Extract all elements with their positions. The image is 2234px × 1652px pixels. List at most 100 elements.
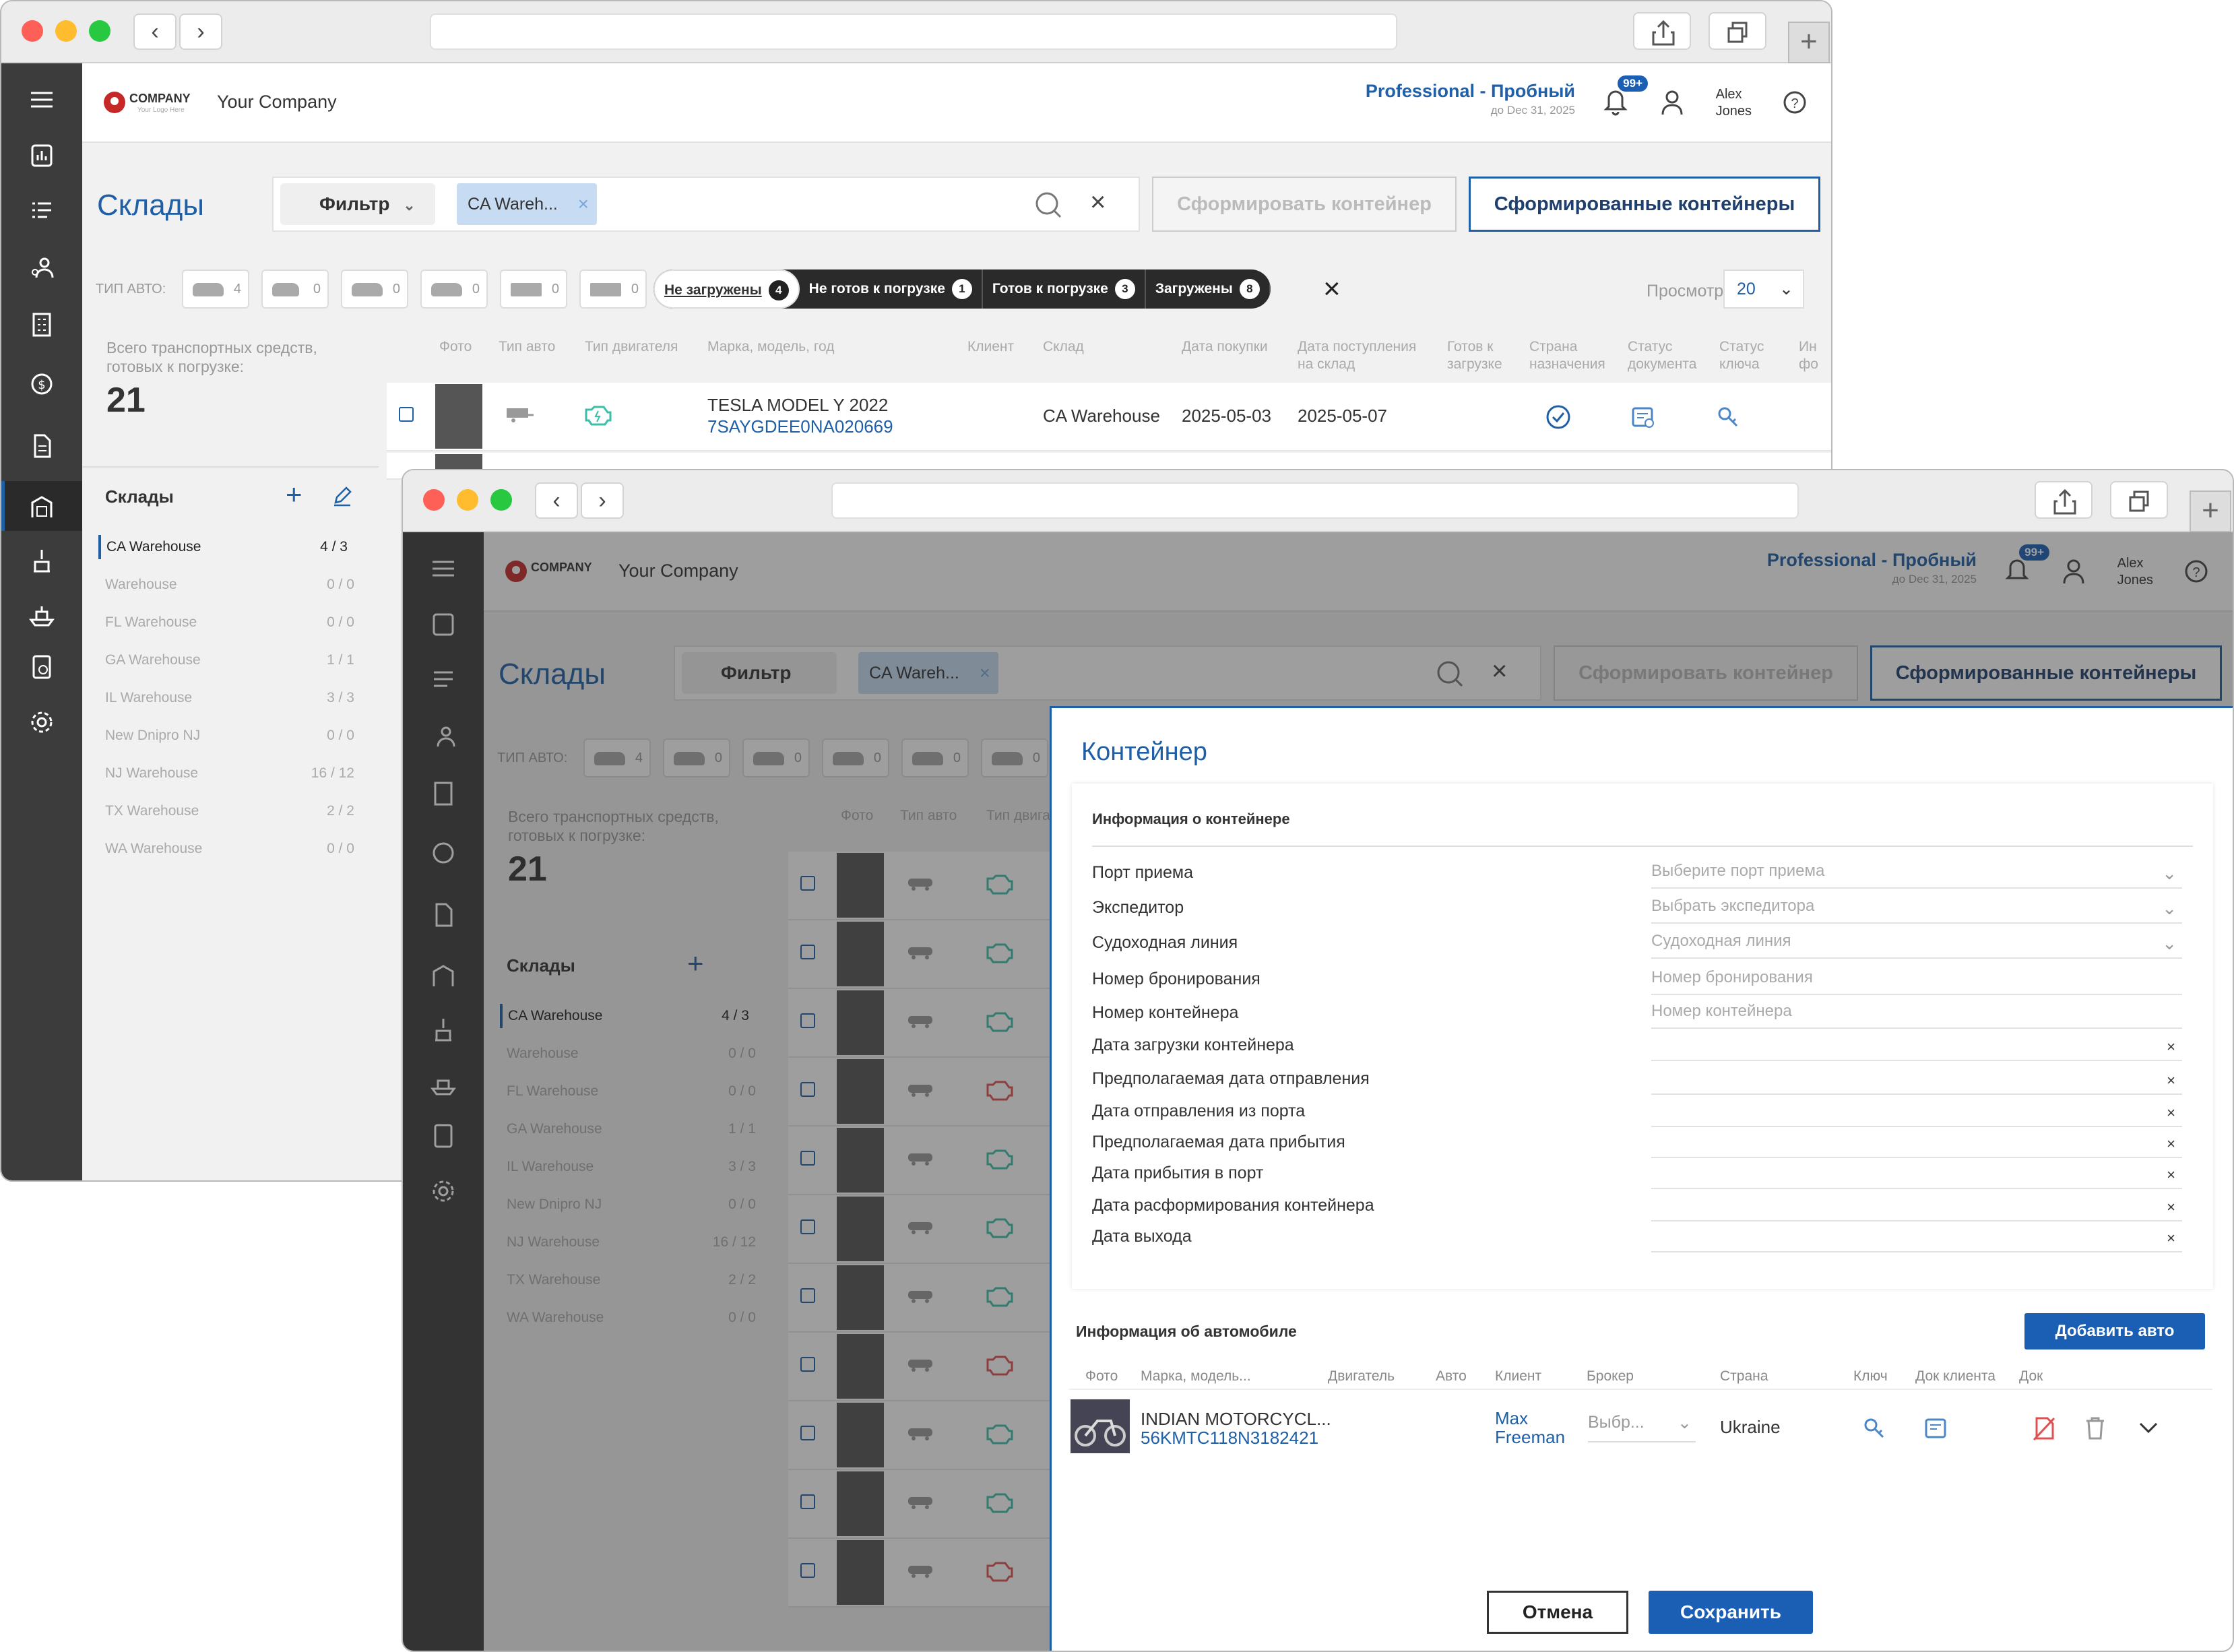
minimize-window-button[interactable] xyxy=(55,20,77,42)
maximize-window-button[interactable] xyxy=(490,489,512,511)
document-status-icon[interactable] xyxy=(1630,404,1656,430)
table-row[interactable]: TESLA MODEL Y 2022 7SAYGDEE0NA020669 CA … xyxy=(387,383,1831,451)
user-name[interactable]: Alex Jones xyxy=(1716,86,1752,120)
address-bar[interactable] xyxy=(430,13,1397,50)
share-button[interactable] xyxy=(2035,481,2093,519)
field-date[interactable]: × xyxy=(1651,1068,2182,1095)
report-icon[interactable] xyxy=(27,654,57,680)
warehouse-icon[interactable] xyxy=(27,493,57,520)
search-icon[interactable] xyxy=(1033,190,1063,220)
form-container-button[interactable]: Сформировать контейнер xyxy=(1152,177,1457,232)
maximize-window-button[interactable] xyxy=(89,20,110,42)
field-date[interactable]: × xyxy=(1651,1226,2182,1252)
close-window-button[interactable] xyxy=(22,20,43,42)
warehouse-item[interactable]: IL Warehouse 3 / 3 xyxy=(105,686,354,710)
field-select[interactable]: Выберите порт приема ⌄ xyxy=(1651,862,2182,889)
formed-containers-button[interactable]: Сформированные контейнеры xyxy=(1469,177,1820,232)
client-document-icon[interactable] xyxy=(1923,1416,1949,1441)
segment-not-loaded[interactable]: Не загружены 4 xyxy=(653,269,800,309)
ship-icon[interactable] xyxy=(27,601,57,628)
field-date[interactable]: × xyxy=(1651,1131,2182,1158)
warehouse-item[interactable]: TX Warehouse 2 / 2 xyxy=(105,799,354,823)
clear-date-icon[interactable]: × xyxy=(2167,1072,2175,1089)
add-vehicle-button[interactable]: Добавить авто xyxy=(2024,1313,2205,1349)
payments-icon[interactable]: $ xyxy=(27,371,57,398)
crane-icon[interactable] xyxy=(27,547,57,574)
plan-name[interactable]: Professional - Пробный xyxy=(1366,81,1575,102)
warehouse-item[interactable]: GA Warehouse 1 / 1 xyxy=(105,648,354,672)
clear-date-icon[interactable]: × xyxy=(2167,1166,2175,1184)
tabs-button[interactable] xyxy=(2110,481,2168,519)
segment-loaded[interactable]: Загружены 8 xyxy=(1146,269,1271,309)
client-link[interactable]: Max Freeman xyxy=(1495,1409,1565,1447)
clear-segments-icon[interactable]: × xyxy=(1323,269,1341,309)
vehicle-vin[interactable]: 56KMTC118N3182421 xyxy=(1141,1428,1318,1449)
field-input[interactable]: Номер бронирования xyxy=(1651,968,2182,995)
chip-close-icon[interactable]: × xyxy=(578,183,589,225)
cancel-button[interactable]: Отмена xyxy=(1487,1591,1628,1634)
field-date[interactable]: × xyxy=(1651,1100,2182,1127)
field-select[interactable]: Выбрать экспедитора ⌄ xyxy=(1651,897,2182,924)
type-filter-car[interactable]: 4 xyxy=(182,269,249,309)
share-button[interactable] xyxy=(1633,12,1691,50)
warehouse-item[interactable]: WA Warehouse 0 / 0 xyxy=(105,837,354,861)
filter-chip[interactable]: CA Wareh... × xyxy=(457,183,597,225)
row-checkbox[interactable] xyxy=(399,407,414,422)
clear-date-icon[interactable]: × xyxy=(2167,1230,2175,1247)
field-date[interactable]: × xyxy=(1651,1162,2182,1189)
type-filter-pickup[interactable]: 0 xyxy=(420,269,488,309)
menu-icon[interactable] xyxy=(27,86,57,113)
key-icon[interactable] xyxy=(1861,1416,1887,1441)
forward-button[interactable]: › xyxy=(581,482,624,519)
field-date[interactable]: × xyxy=(1651,1034,2182,1061)
clear-search-icon[interactable]: × xyxy=(1090,187,1106,218)
back-button[interactable]: ‹ xyxy=(535,482,578,519)
tabs-button[interactable] xyxy=(1709,12,1766,50)
vehicle-photo[interactable] xyxy=(1071,1399,1130,1453)
segment-not-ready[interactable]: Не готов к погрузке 1 xyxy=(800,269,983,309)
key-icon[interactable] xyxy=(1715,404,1741,430)
clear-date-icon[interactable]: × xyxy=(2167,1135,2175,1153)
help-icon[interactable]: ? xyxy=(1781,89,1808,116)
new-tab-button[interactable]: + xyxy=(2190,490,2231,532)
type-filter-suv[interactable]: 0 xyxy=(341,269,408,309)
broker-select[interactable]: Выбр... ⌄ xyxy=(1588,1413,1696,1442)
chevron-down-icon[interactable] xyxy=(2138,1420,2159,1436)
dashboard-icon[interactable] xyxy=(27,143,57,170)
warehouse-item[interactable]: New Dnipro NJ 0 / 0 xyxy=(105,724,354,748)
list-icon[interactable] xyxy=(27,198,57,225)
document-icon[interactable] xyxy=(27,433,57,459)
type-filter-moto[interactable]: 0 xyxy=(261,269,329,309)
users-icon[interactable] xyxy=(27,255,57,282)
edit-icon[interactable] xyxy=(331,485,353,507)
building-icon[interactable] xyxy=(27,311,57,338)
type-filter-truck[interactable]: 0 xyxy=(579,269,647,309)
warehouse-item[interactable]: Warehouse 0 / 0 xyxy=(105,573,354,597)
new-tab-button[interactable]: + xyxy=(1788,22,1830,63)
field-input[interactable]: Номер контейнера xyxy=(1651,1002,2182,1029)
save-button[interactable]: Сохранить xyxy=(1649,1591,1813,1634)
field-date[interactable]: × xyxy=(1651,1195,2182,1221)
settings-icon[interactable] xyxy=(27,709,57,736)
clear-date-icon[interactable]: × xyxy=(2167,1199,2175,1216)
clear-date-icon[interactable]: × xyxy=(2167,1104,2175,1122)
minimize-window-button[interactable] xyxy=(457,489,478,511)
back-button[interactable]: ‹ xyxy=(133,13,177,50)
trash-icon[interactable] xyxy=(2082,1416,2108,1441)
add-warehouse-icon[interactable]: + xyxy=(286,478,302,511)
warehouse-item[interactable]: NJ Warehouse 16 / 12 xyxy=(105,761,354,786)
page-size-select[interactable]: 20 ⌄ xyxy=(1723,269,1804,309)
vehicle-row[interactable]: INDIAN MOTORCYCL... 56KMTC118N3182421 Ma… xyxy=(1069,1389,2212,1463)
vehicle-photo[interactable] xyxy=(435,384,482,449)
warehouse-item[interactable]: CA Warehouse 4 / 3 xyxy=(98,535,348,559)
close-window-button[interactable] xyxy=(423,489,445,511)
type-filter-trailer[interactable]: 0 xyxy=(500,269,567,309)
filter-button[interactable]: Фильтр ⌄ xyxy=(280,183,435,225)
forward-button[interactable]: › xyxy=(179,13,222,50)
vehicle-vin[interactable]: 7SAYGDEE0NA020669 xyxy=(707,416,893,437)
document-missing-icon[interactable] xyxy=(2031,1416,2057,1441)
user-icon[interactable] xyxy=(1660,89,1684,116)
address-bar[interactable] xyxy=(831,482,1799,519)
field-select[interactable]: Судоходная линия ⌄ xyxy=(1651,932,2182,959)
warehouse-item[interactable]: FL Warehouse 0 / 0 xyxy=(105,610,354,635)
